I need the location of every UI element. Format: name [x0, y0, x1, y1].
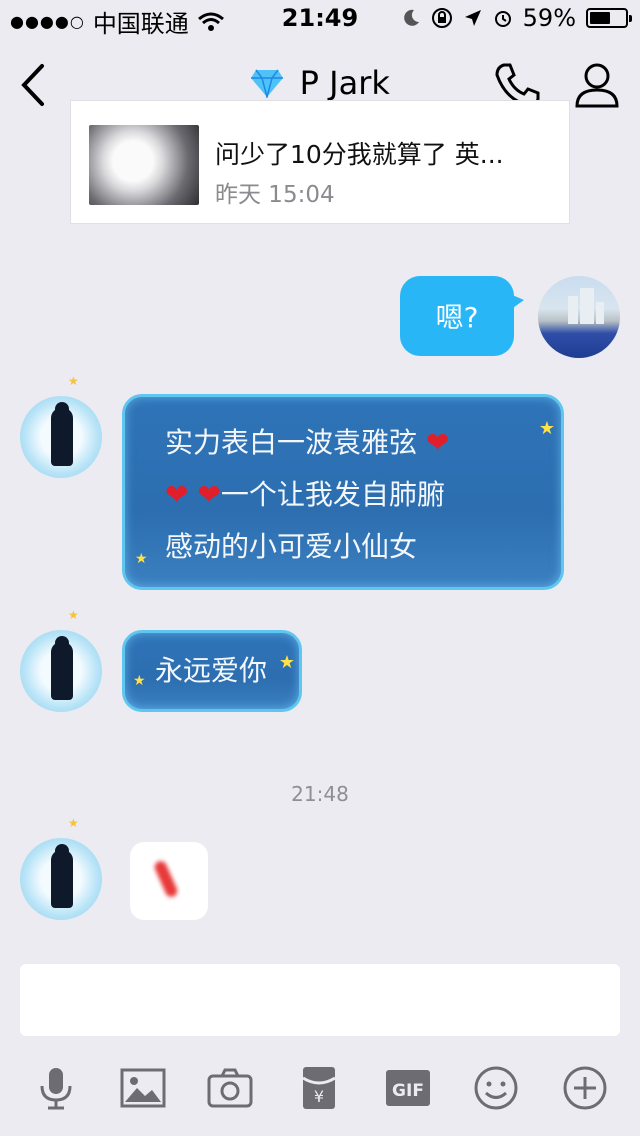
- heart-icon: ❤: [425, 426, 450, 459]
- incoming-message-bubble[interactable]: 实力表白一波袁雅弦 ❤ ❤ ❤一个让我发自肺腑 感动的小可爱小仙女 ★ ★: [122, 394, 564, 590]
- plus-icon[interactable]: [561, 1064, 609, 1112]
- chat-title[interactable]: P Jark: [0, 64, 640, 102]
- star-icon: ★: [68, 374, 79, 388]
- gif-label: GIF: [392, 1081, 424, 1101]
- heart-icon: ❤: [165, 478, 189, 511]
- message-input[interactable]: [20, 964, 620, 1036]
- emoji-icon[interactable]: [472, 1064, 520, 1112]
- shared-link-card[interactable]: 问少了10分我就算了 英... 昨天 15:04: [70, 100, 570, 224]
- image-message[interactable]: [130, 842, 208, 920]
- incoming-message-text: 永远爱你: [155, 654, 268, 687]
- gif-icon[interactable]: GIF: [384, 1064, 432, 1112]
- moon-icon: [403, 9, 419, 26]
- rotation-lock-icon: [431, 8, 452, 28]
- contact-avatar[interactable]: [20, 838, 102, 920]
- alarm-icon: [494, 11, 511, 27]
- star-icon: ★: [135, 551, 148, 567]
- microphone-icon[interactable]: [32, 1064, 80, 1112]
- chat-toolbar: ¥ GIF: [0, 1050, 640, 1126]
- chat-title-text: P Jark: [299, 64, 390, 102]
- card-time: 昨天 15:04: [215, 182, 335, 208]
- incoming-message-line3: 感动的小可爱小仙女: [165, 530, 418, 563]
- image-icon[interactable]: [119, 1064, 167, 1112]
- contact-avatar[interactable]: [20, 630, 102, 712]
- svg-text:¥: ¥: [314, 1087, 324, 1106]
- outgoing-message-text: 嗯?: [435, 301, 479, 334]
- incoming-message-bubble[interactable]: 永远爱你 ★ ★: [122, 630, 302, 712]
- star-icon: ★: [68, 608, 79, 622]
- contact-avatar[interactable]: [20, 396, 102, 478]
- battery-percent: 59%: [522, 4, 576, 32]
- star-icon: ★: [68, 816, 79, 830]
- battery-icon: [586, 8, 632, 28]
- star-icon: ★: [538, 418, 555, 439]
- diamond-icon: [250, 67, 294, 102]
- location-arrow-icon: [464, 10, 481, 26]
- my-avatar[interactable]: [538, 276, 620, 358]
- battery-level: [590, 12, 610, 24]
- star-icon: ★: [278, 652, 295, 673]
- camera-icon[interactable]: [206, 1064, 254, 1112]
- user-icon[interactable]: [572, 60, 622, 110]
- status-bar: ●●●●○ 中国联通 21:49 59%: [0, 0, 640, 40]
- outgoing-message-bubble[interactable]: 嗯?: [400, 276, 524, 356]
- red-packet-icon[interactable]: ¥: [295, 1064, 343, 1112]
- star-icon: ★: [133, 673, 146, 689]
- incoming-message-line2: 一个让我发自肺腑: [220, 478, 445, 511]
- message-timestamp: 21:48: [291, 782, 349, 806]
- card-title: 问少了10分我就算了 英...: [215, 140, 504, 169]
- card-thumbnail: [89, 125, 199, 205]
- incoming-message-line1: 实力表白一波袁雅弦: [165, 426, 418, 459]
- heart-icon: ❤: [197, 478, 221, 511]
